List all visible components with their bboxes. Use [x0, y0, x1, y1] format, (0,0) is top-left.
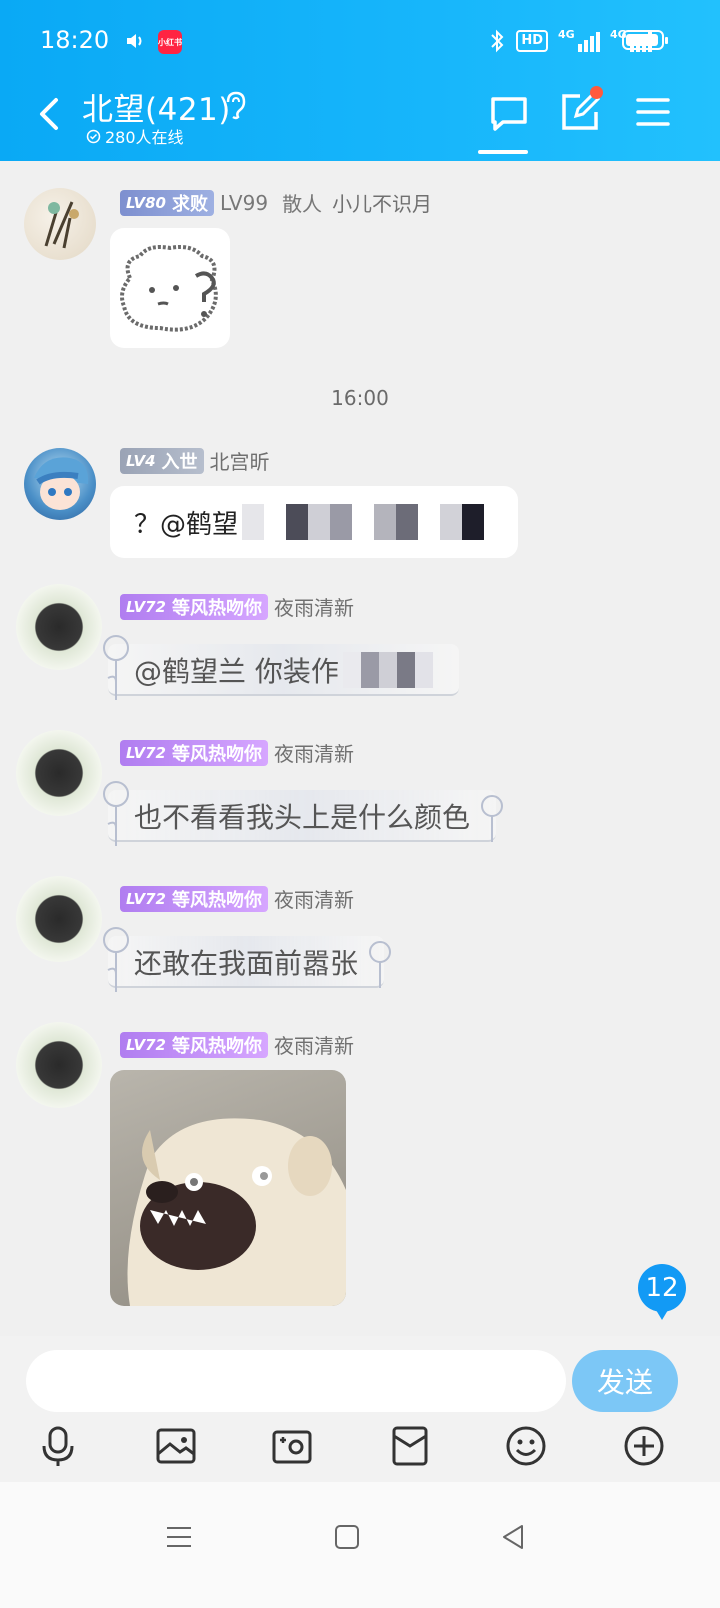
plus-icon[interactable]	[622, 1424, 666, 1468]
level-badge: LV72 等风热吻你	[120, 739, 268, 766]
avatar[interactable]	[16, 584, 102, 670]
message-meta: LV72 等风热吻你 夜雨清新	[120, 1030, 354, 1059]
level-badge: LV72 等风热吻你	[120, 885, 268, 912]
sender-name[interactable]: 小儿不识月	[332, 188, 432, 217]
system-nav-bar	[0, 1482, 720, 1608]
redpacket-icon[interactable]	[388, 1424, 432, 1468]
title-tag: LV99	[219, 190, 269, 215]
menu-icon[interactable]	[164, 1522, 194, 1552]
level-badge: LV72 等风热吻你	[120, 593, 268, 620]
chat-header: 18:20 小红书 HD 4G 4G 北望(421) 280人在线	[0, 0, 720, 161]
sender-name[interactable]: 夜雨清新	[274, 1030, 354, 1059]
volume-icon	[127, 34, 142, 48]
decorated-bubble[interactable]: 也不看看我头上是什么颜色	[103, 781, 504, 846]
image-icon[interactable]	[154, 1424, 198, 1468]
avatar[interactable]	[16, 1022, 102, 1108]
home-icon[interactable]	[332, 1522, 362, 1552]
message-meta: LV80 求败 LV99 散人 小儿不识月	[120, 188, 432, 217]
decorated-bubble[interactable]: @鹤望兰 你装作	[103, 635, 459, 700]
sender-name[interactable]: 夜雨清新	[274, 884, 354, 913]
avatar[interactable]	[16, 730, 102, 816]
signal-icon: 4G	[558, 28, 600, 52]
avatar[interactable]	[16, 876, 102, 962]
message-meta: LV72 等风热吻你 夜雨清新	[120, 738, 354, 767]
message-input[interactable]	[26, 1350, 566, 1412]
avatar[interactable]	[24, 448, 96, 520]
bear-question-sticker[interactable]	[110, 228, 230, 348]
back-icon[interactable]	[498, 1522, 528, 1552]
rose-decoration-icon	[481, 795, 504, 842]
hd-badge: HD	[516, 30, 548, 52]
avatar[interactable]	[24, 188, 96, 260]
message-text: 也不看看我头上是什么颜色	[134, 801, 471, 834]
message-timestamp: 16:00	[331, 386, 389, 410]
send-button[interactable]: 发送	[572, 1350, 678, 1412]
sender-name[interactable]: 北宫昕	[210, 446, 270, 475]
level-badge: LV72 等风热吻你	[120, 1031, 268, 1058]
message-bubble[interactable]: ？@鹤望	[110, 486, 518, 558]
tab-indicator	[478, 150, 528, 154]
rose-decoration-icon	[103, 781, 129, 846]
online-count: 280人在线	[86, 124, 184, 148]
message-meta: LV72 等风热吻你 夜雨清新	[120, 884, 354, 913]
rose-decoration-icon	[103, 927, 129, 992]
status-bar: 18:20 小红书 HD 4G 4G	[0, 0, 720, 80]
chat-tab-icon[interactable]	[490, 96, 528, 132]
mic-icon[interactable]	[36, 1424, 80, 1468]
unread-count-badge[interactable]: 12	[638, 1264, 686, 1320]
bluetooth-icon	[491, 29, 504, 53]
status-time: 18:20	[40, 26, 110, 54]
mosaic-censor	[342, 652, 433, 688]
battery-icon	[622, 30, 668, 50]
mosaic-censor	[242, 504, 485, 540]
menu-icon[interactable]	[636, 96, 670, 128]
message-meta: LV4 入世 北宫昕	[120, 446, 270, 475]
emoji-icon[interactable]	[504, 1424, 548, 1468]
back-button[interactable]	[32, 94, 68, 134]
sender-name[interactable]: 夜雨清新	[274, 592, 354, 621]
message-text: 还敢在我面前嚣张	[134, 947, 359, 980]
xiaohongshu-app-icon: 小红书	[158, 30, 182, 54]
ear-icon[interactable]	[222, 90, 246, 120]
rose-decoration-icon	[369, 941, 392, 988]
input-area: 发送	[0, 1336, 720, 1482]
rose-decoration-icon	[103, 635, 129, 700]
message-meta: LV72 等风热吻你 夜雨清新	[120, 592, 354, 621]
online-icon	[86, 129, 101, 143]
sender-name[interactable]: 夜雨清新	[274, 738, 354, 767]
message-text: ？@鹤望	[134, 509, 239, 540]
level-badge: LV4 入世	[120, 447, 204, 474]
camera-icon[interactable]	[270, 1424, 314, 1468]
message-text: @鹤望兰 你装作	[134, 655, 339, 688]
group-title[interactable]: 北望(421)	[82, 84, 231, 129]
notification-dot	[590, 86, 603, 99]
level-badge: LV80 求败	[120, 189, 214, 216]
decorated-bubble[interactable]: 还敢在我面前嚣张	[103, 927, 392, 992]
title-tag: 散人	[282, 192, 323, 216]
dog-meme-image[interactable]	[110, 1070, 346, 1306]
